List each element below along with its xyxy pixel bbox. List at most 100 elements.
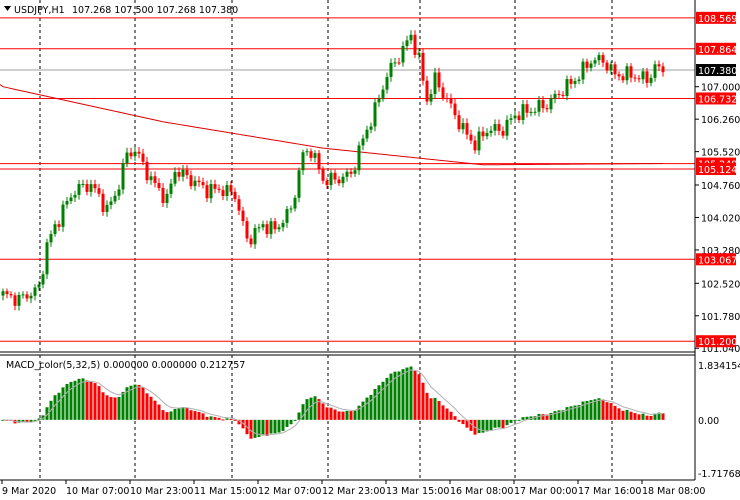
candle (333, 169, 337, 184)
candle (205, 180, 209, 202)
macd-bar (605, 402, 609, 420)
candle (65, 197, 69, 209)
candle (49, 230, 53, 247)
candle (581, 58, 585, 85)
macd-bar (193, 411, 197, 420)
price-axis[interactable]: 107.000106.260105.520104.760104.020103.2… (695, 11, 740, 355)
candle (429, 89, 433, 106)
macd-bar (445, 408, 449, 420)
macd-bar (289, 419, 293, 425)
macd-bar (421, 382, 425, 420)
time-axis[interactable]: 9 Mar 2020 10 Mar 07:00 10 Mar 23:00 11 Mar… (1, 480, 705, 497)
candle (197, 176, 201, 187)
candle (289, 205, 293, 214)
candle (129, 147, 133, 160)
candle (121, 158, 125, 195)
macd-bar (281, 419, 285, 431)
candle (557, 90, 561, 100)
candle (285, 206, 289, 228)
candle (165, 189, 169, 208)
macd-bar (89, 381, 93, 420)
macd-bar (261, 419, 265, 436)
candle (389, 58, 393, 82)
level-label: 108.569 (698, 14, 737, 25)
candle (437, 67, 441, 92)
candle (137, 146, 141, 159)
time-label: 10 Mar 23:00 (130, 486, 193, 497)
macd-bar (297, 412, 301, 420)
candle (369, 122, 373, 134)
candle (157, 178, 161, 191)
candle (633, 74, 637, 82)
macd-bar (513, 419, 517, 421)
candle (549, 94, 553, 114)
candle (21, 291, 25, 299)
candle (573, 77, 577, 88)
macd-histogram (1, 366, 665, 439)
macd-bar (601, 399, 605, 420)
dropdown-triangle-icon[interactable] (4, 6, 11, 11)
candle (217, 184, 221, 193)
macd-bar (81, 378, 85, 420)
candle (189, 170, 193, 190)
candle (517, 111, 521, 124)
macd-bar (409, 366, 413, 420)
macd-bar (617, 408, 621, 420)
macd-bar (161, 410, 165, 420)
macd-bar (493, 419, 497, 428)
macd-bar (433, 397, 437, 420)
macd-bar (541, 414, 545, 420)
candle (473, 135, 477, 154)
candle (601, 52, 605, 68)
candle (469, 129, 473, 145)
candle (261, 220, 265, 231)
candle (297, 167, 301, 203)
candle (477, 126, 481, 156)
macd-bar (209, 416, 213, 420)
candle (293, 194, 297, 212)
macd-bar (109, 397, 113, 420)
candle (329, 169, 333, 190)
candle (493, 119, 497, 136)
macd-bar (285, 419, 289, 427)
candle (481, 126, 485, 141)
macd-bar (225, 418, 229, 420)
macd-zero-label: 0.00 (698, 416, 719, 427)
macd-bar (397, 371, 401, 420)
macd-bar (425, 392, 429, 420)
candle (213, 179, 217, 194)
candle (453, 98, 457, 120)
candle (545, 104, 549, 113)
candle (337, 176, 341, 186)
macd-bar (121, 391, 125, 420)
macd-bar (329, 407, 333, 420)
candle (529, 107, 533, 117)
macd-bar (85, 380, 89, 420)
candle (181, 165, 185, 182)
candle (525, 99, 529, 118)
level-label: 103.067 (698, 255, 737, 266)
macd-bar (489, 419, 493, 431)
time-label: 9 Mar 2020 (2, 486, 56, 497)
candle (85, 179, 89, 196)
macd-bar (441, 405, 445, 420)
macd-bar (253, 419, 257, 438)
candle (105, 200, 109, 217)
macd-bar (413, 370, 417, 420)
macd-bar (65, 383, 69, 420)
candle (361, 134, 365, 151)
candle (409, 30, 413, 45)
macd-bar (117, 396, 121, 420)
candle (501, 126, 505, 139)
candle (649, 74, 653, 87)
candle (617, 71, 621, 81)
level-label: 105.124 (698, 165, 737, 176)
macd-bar (565, 407, 569, 420)
price-tick-label: 104.760 (701, 181, 740, 192)
candle (149, 171, 153, 185)
candle (269, 217, 273, 239)
macd-bar (509, 419, 513, 423)
candle (193, 176, 197, 191)
trading-chart[interactable]: 107.000106.260105.520104.760104.020103.2… (0, 0, 740, 500)
macd-bar (205, 416, 209, 420)
